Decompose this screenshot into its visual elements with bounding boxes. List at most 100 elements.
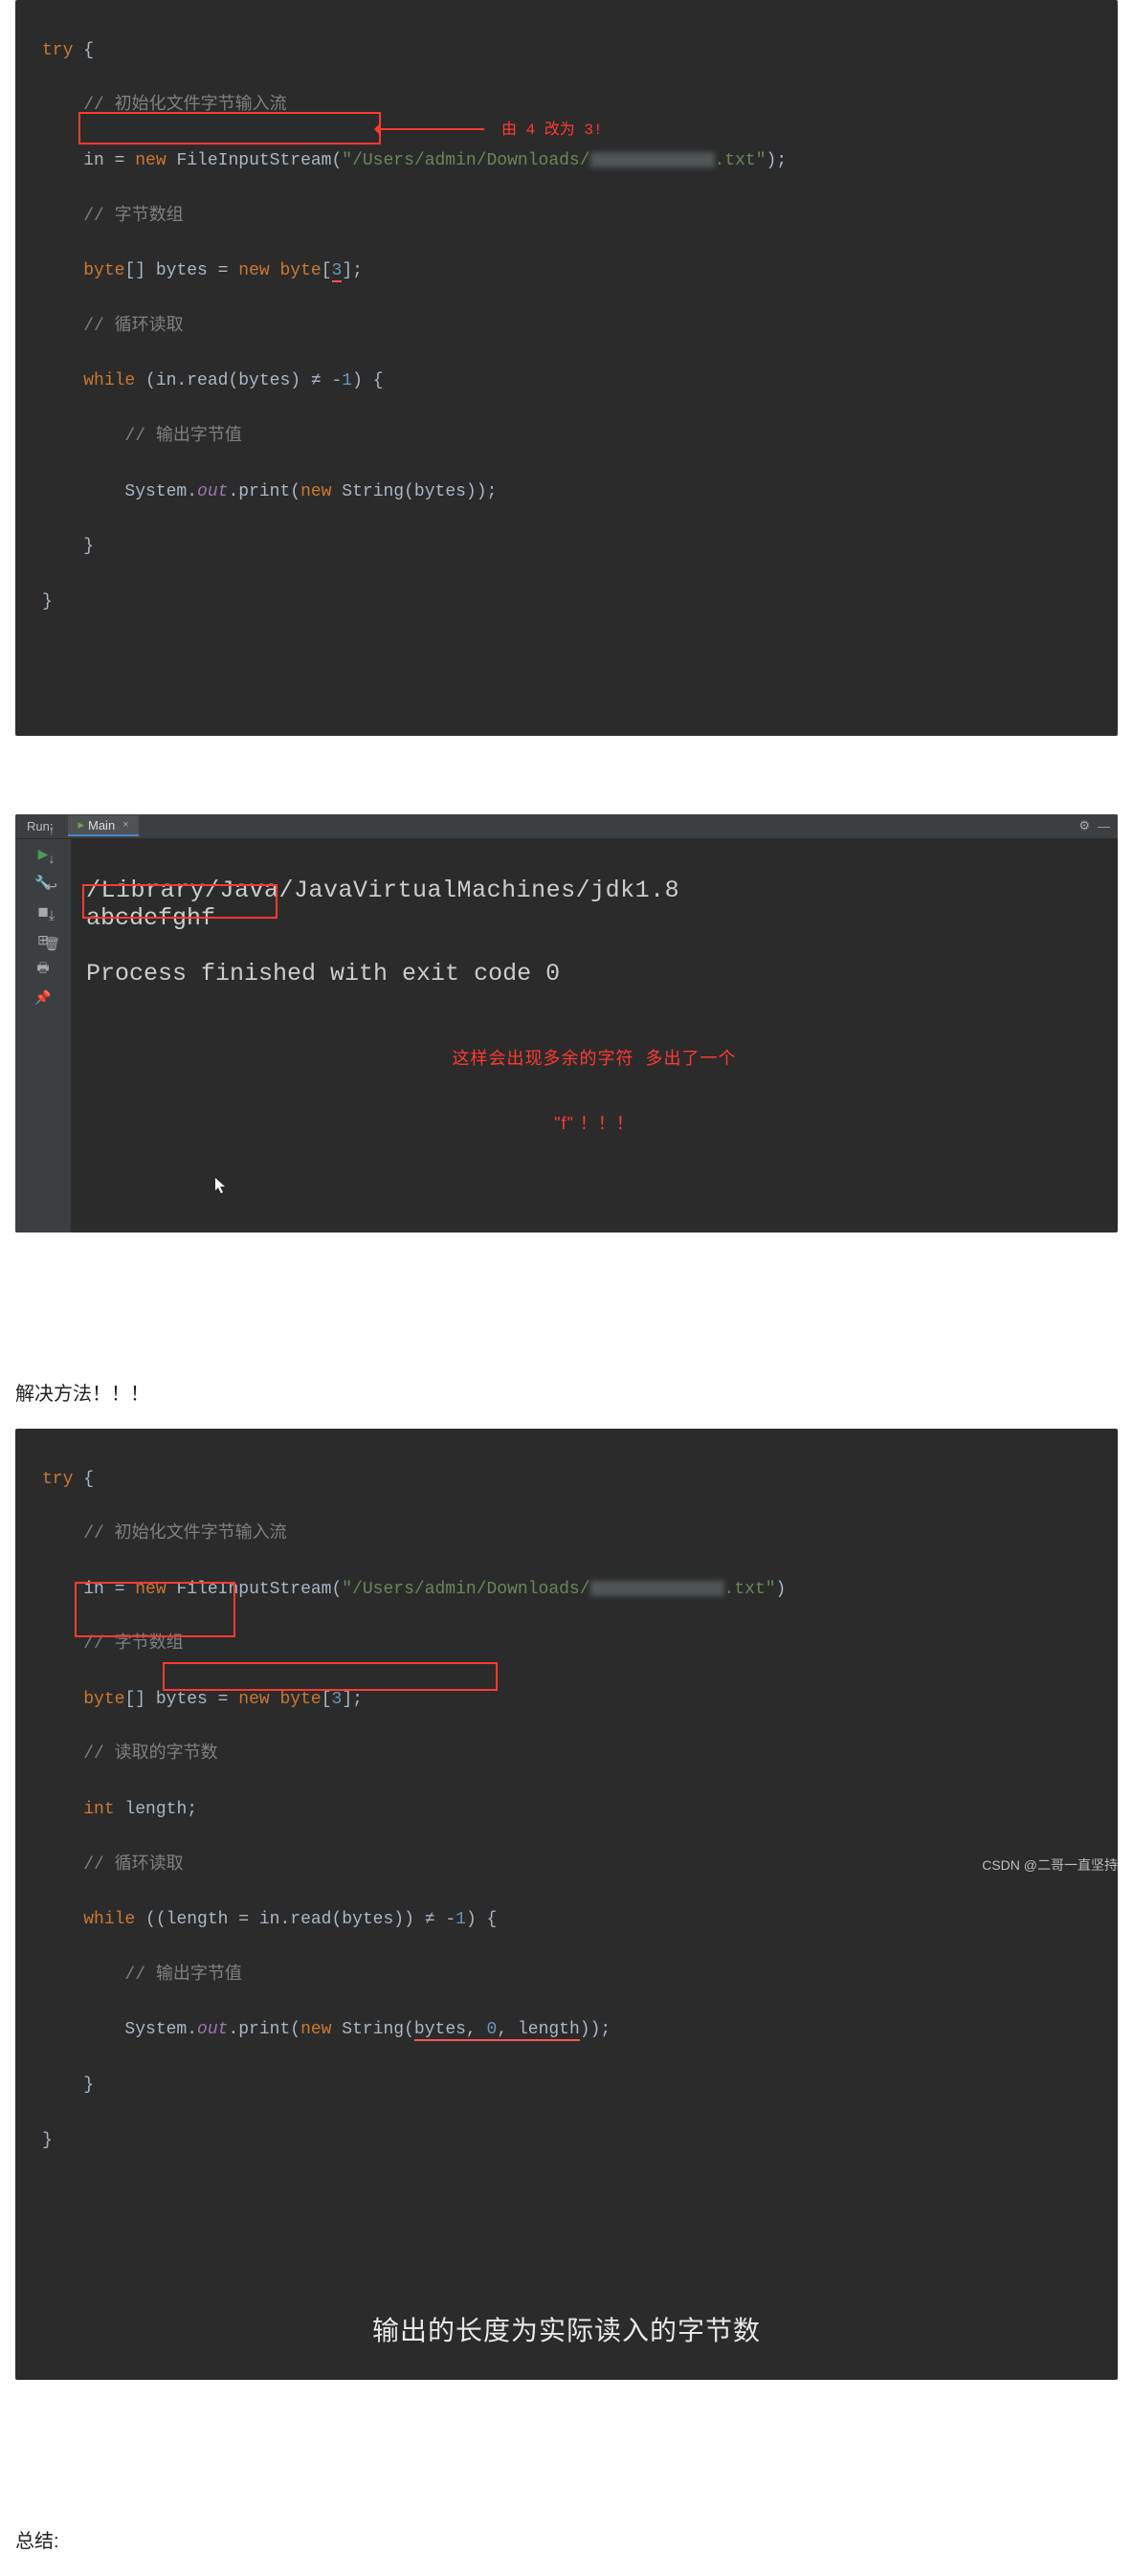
redacted-text [590,1581,724,1596]
code: System. [124,482,197,501]
kw: new byte [238,1690,321,1709]
code: , length [497,2020,579,2041]
wrap-icon[interactable]: ↩ [44,879,59,895]
code: { [487,1910,498,1929]
annotation-text-2: 这样会出现多余的字符 多出了一个 "f" ！！！ [71,1005,1118,1175]
gear-icon[interactable]: ⚙ [1078,818,1090,833]
field: out [197,482,228,501]
up-icon[interactable]: ↑ [44,822,59,837]
code-block-1: try { // 初始化文件字节输入流 in = new FileInputSt… [15,0,1118,736]
code: String( [342,2020,414,2039]
pin-icon[interactable]: 📌 [35,990,51,1006]
highlight-box-length [75,1582,235,1637]
code: ]; [342,261,363,280]
code: in = [83,151,135,170]
brace: } [83,2076,94,2095]
close-icon[interactable]: × [122,819,128,831]
code: [ [322,261,332,280]
code: ) [466,1910,487,1929]
code: .print( [228,2020,300,2039]
console-output: /Library/Java/JavaVirtualMachines/jdk1.8… [71,839,1118,1232]
print-icon[interactable]: 🖶 [35,962,51,977]
num: 0 [487,2020,498,2041]
comment: // 循环读取 [83,317,183,336]
brace: { [73,41,94,60]
run-titlebar: Run: ▸Main× ⚙ — [15,814,1118,839]
str: "/Users/admin/Downloads/ [342,151,589,170]
op: ≠ [311,371,322,390]
kw: new byte [238,261,321,280]
num: 1 [342,371,352,390]
run-panel: Run: ▸Main× ⚙ — ▶ 🔧 ◼ ⊞ 🖶 📌 ↑ ↓ ↩ ⤓ 🗑 /L… [15,814,1118,1232]
code: String(bytes)); [342,482,497,501]
summary-heading: 总结: [15,2525,1118,2553]
op: ≠ [425,1910,435,1929]
annot-line: 这样会出现多余的字符 多出了一个 [71,1045,1118,1070]
annotation-arrow [381,128,484,130]
field: out [197,2020,228,2039]
code: (length = in.read(bytes)) [156,1910,425,1929]
code: FileInputStream( [176,151,342,170]
kw: int [83,1800,124,1819]
kw-new: new [135,151,176,170]
section-heading: 解决方法！！！ [15,1378,1118,1406]
down-icon[interactable]: ↓ [44,851,59,866]
mouse-cursor-icon [214,1177,228,1194]
code: ]; [342,1690,363,1709]
num: 3 [332,1690,343,1709]
code: [ [322,1690,332,1709]
num: 1 [455,1910,466,1929]
comment: // 循环读取 [83,1855,183,1875]
highlight-box-while [163,1662,498,1691]
kw-try: try [42,41,73,60]
code: bytes, [414,2020,487,2041]
code: ) { [352,371,383,390]
code: ); [766,151,788,170]
code: .print( [228,482,300,501]
str: .txt" [715,151,766,170]
str: "/Users/admin/Downloads/ [342,1580,589,1599]
brace: } [83,537,94,556]
brace: } [42,592,53,611]
comment: // 输出字节值 [124,427,241,446]
kw: while [83,1910,145,1929]
brace: { [73,1470,94,1489]
comment: // 字节数组 [83,1634,183,1654]
num: 3 [332,261,343,282]
kw: byte [83,1690,124,1709]
kw: new [300,482,342,501]
caption-text: 输出的长度为实际读入的字节数 [15,2310,1118,2353]
code: [] bytes = [124,261,238,280]
code: [] bytes = [124,1690,238,1709]
code: )); [580,2020,611,2039]
comment: // 读取的字节数 [83,1744,217,1764]
code: System. [124,2020,197,2039]
comment: // 输出字节值 [124,1965,241,1985]
code: ) [776,1580,787,1599]
watermark: CSDN @二哥一直坚持 [982,1855,1118,1875]
scroll-icon[interactable]: ⤓ [44,908,59,923]
annot-line: "f" ！！！ [71,1110,1118,1135]
tab-label: Main [88,818,115,833]
code-block-2: try { // 初始化文件字节输入流 in = new FileInputSt… [15,1429,1118,2380]
kw: new [300,2020,342,2039]
brace: } [42,2131,53,2150]
str: .txt" [724,1580,776,1599]
code: - [435,1910,456,1929]
code: (in.read(bytes) [145,371,311,390]
kw: byte [83,261,124,280]
code: ( [145,1910,156,1929]
trash-icon[interactable]: 🗑 [44,937,59,952]
comment: // 初始化文件字节输入流 [83,1524,286,1543]
highlight-box-output [82,884,278,919]
code: - [322,371,343,390]
redacted-text [590,152,715,167]
annotation-text: 由 4 改为 3! [501,119,603,144]
highlight-box [78,112,381,144]
run-gutter: ▶ 🔧 ◼ ⊞ 🖶 📌 ↑ ↓ ↩ ⤓ 🗑 [15,839,71,1232]
comment: // 字节数组 [83,207,183,226]
run-tab[interactable]: ▸Main× [68,815,138,836]
kw: try [42,1470,73,1489]
console-exit: Process finished with exit code 0 [86,960,560,988]
kw: while [83,371,145,390]
